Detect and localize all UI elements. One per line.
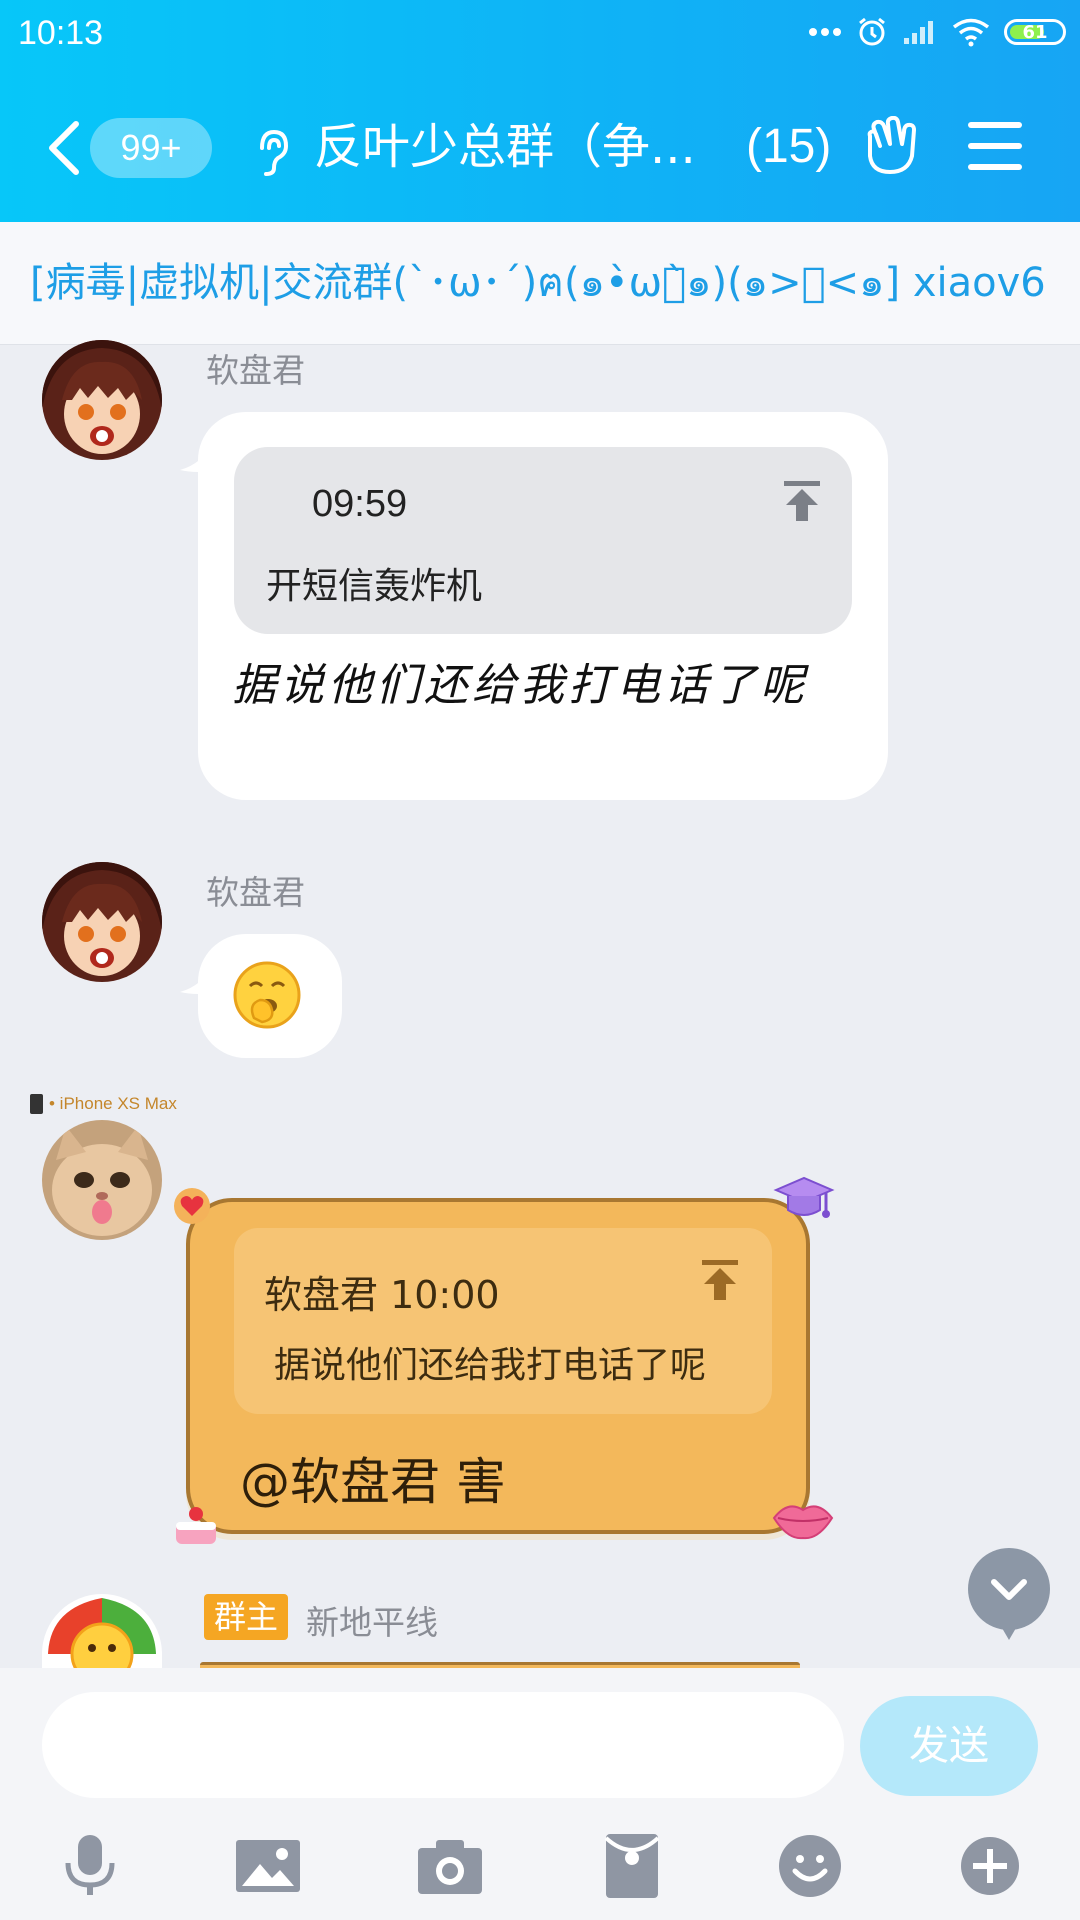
member-count[interactable]: (15) bbox=[746, 114, 831, 180]
announcement-text: [病毒|虚拟机|交流群(`･ω･´)ฅ(๑•̀ωก̀๑)(๑>︶<๑] xiao… bbox=[30, 260, 1046, 306]
avatar[interactable] bbox=[42, 1594, 162, 1668]
unread-count-badge[interactable]: 99+ bbox=[90, 118, 212, 178]
quoted-message[interactable]: 09:59 开短信轰炸机 bbox=[234, 447, 852, 634]
microphone-icon[interactable] bbox=[54, 1830, 126, 1902]
chevron-down-icon bbox=[991, 1579, 1027, 1640]
message-bubble[interactable] bbox=[198, 934, 342, 1058]
quote-header: 软盘君 10:00 bbox=[264, 1273, 500, 1317]
send-button[interactable]: 发送 bbox=[860, 1696, 1038, 1796]
menu-icon[interactable] bbox=[968, 122, 1022, 172]
avatar[interactable] bbox=[42, 862, 162, 982]
group-owner-badge: 群主 bbox=[204, 1594, 289, 1640]
red-packet-icon[interactable] bbox=[596, 1830, 668, 1902]
image-icon[interactable] bbox=[232, 1830, 304, 1902]
sender-name[interactable]: 软盘君 bbox=[206, 866, 305, 914]
plus-icon[interactable] bbox=[954, 1830, 1026, 1902]
wifi-icon bbox=[952, 18, 990, 47]
scroll-to-bottom-button[interactable] bbox=[968, 1548, 1050, 1640]
status-icons: 61 bbox=[808, 16, 1066, 48]
ear-mode-icon[interactable] bbox=[252, 128, 292, 176]
message-text: 据说他们还给我打电话了呢 bbox=[232, 660, 808, 711]
lips-decoration-icon bbox=[772, 1505, 834, 1540]
quoted-message[interactable]: 软盘君 10:00 据说他们还给我打电话了呢 bbox=[234, 1228, 772, 1414]
header-bar: 10:13 61 99+ 反叶少总群（争... (15) bbox=[0, 0, 1080, 222]
sender-name[interactable]: 新地平线 bbox=[306, 1596, 438, 1644]
sender-name[interactable]: 软盘君 bbox=[206, 344, 305, 392]
group-announcement[interactable]: [病毒|虚拟机|交流群(`･ω･´)ฅ(๑•̀ωก̀๑)(๑>︶<๑] xiao… bbox=[0, 222, 1080, 345]
emoji-icon[interactable] bbox=[774, 1830, 846, 1902]
group-title[interactable]: 反叶少总群（争... bbox=[314, 114, 696, 180]
avatar[interactable] bbox=[42, 340, 162, 460]
yawn-emoji-icon bbox=[233, 961, 301, 1029]
hand-gesture-icon[interactable] bbox=[860, 116, 922, 178]
heart-decoration-icon bbox=[174, 1188, 210, 1224]
input-area: 发送 bbox=[0, 1668, 1080, 1920]
status-time: 10:13 bbox=[18, 14, 104, 52]
alarm-icon bbox=[859, 17, 885, 46]
device-tag: • iPhone XS Max bbox=[30, 1094, 177, 1114]
message-text: @软盘君 害 bbox=[240, 1453, 506, 1511]
input-toolbar bbox=[0, 1818, 1080, 1918]
more-dots-icon bbox=[809, 28, 841, 36]
avatar[interactable] bbox=[42, 1120, 162, 1240]
back-arrow-icon[interactable] bbox=[44, 118, 84, 178]
quote-time: 09:59 bbox=[312, 483, 408, 525]
jump-to-message-icon[interactable] bbox=[700, 1258, 740, 1302]
signal-icon bbox=[904, 21, 933, 44]
quote-text: 据说他们还给我打电话了呢 bbox=[274, 1345, 707, 1386]
quote-text: 开短信轰炸机 bbox=[266, 566, 483, 607]
battery-indicator: 61 bbox=[1004, 19, 1066, 45]
jump-to-message-icon[interactable] bbox=[782, 479, 822, 523]
cake-decoration-icon bbox=[176, 1507, 216, 1544]
graduation-cap-icon bbox=[773, 1176, 835, 1218]
message-input[interactable] bbox=[42, 1692, 844, 1798]
camera-icon[interactable] bbox=[414, 1830, 486, 1902]
